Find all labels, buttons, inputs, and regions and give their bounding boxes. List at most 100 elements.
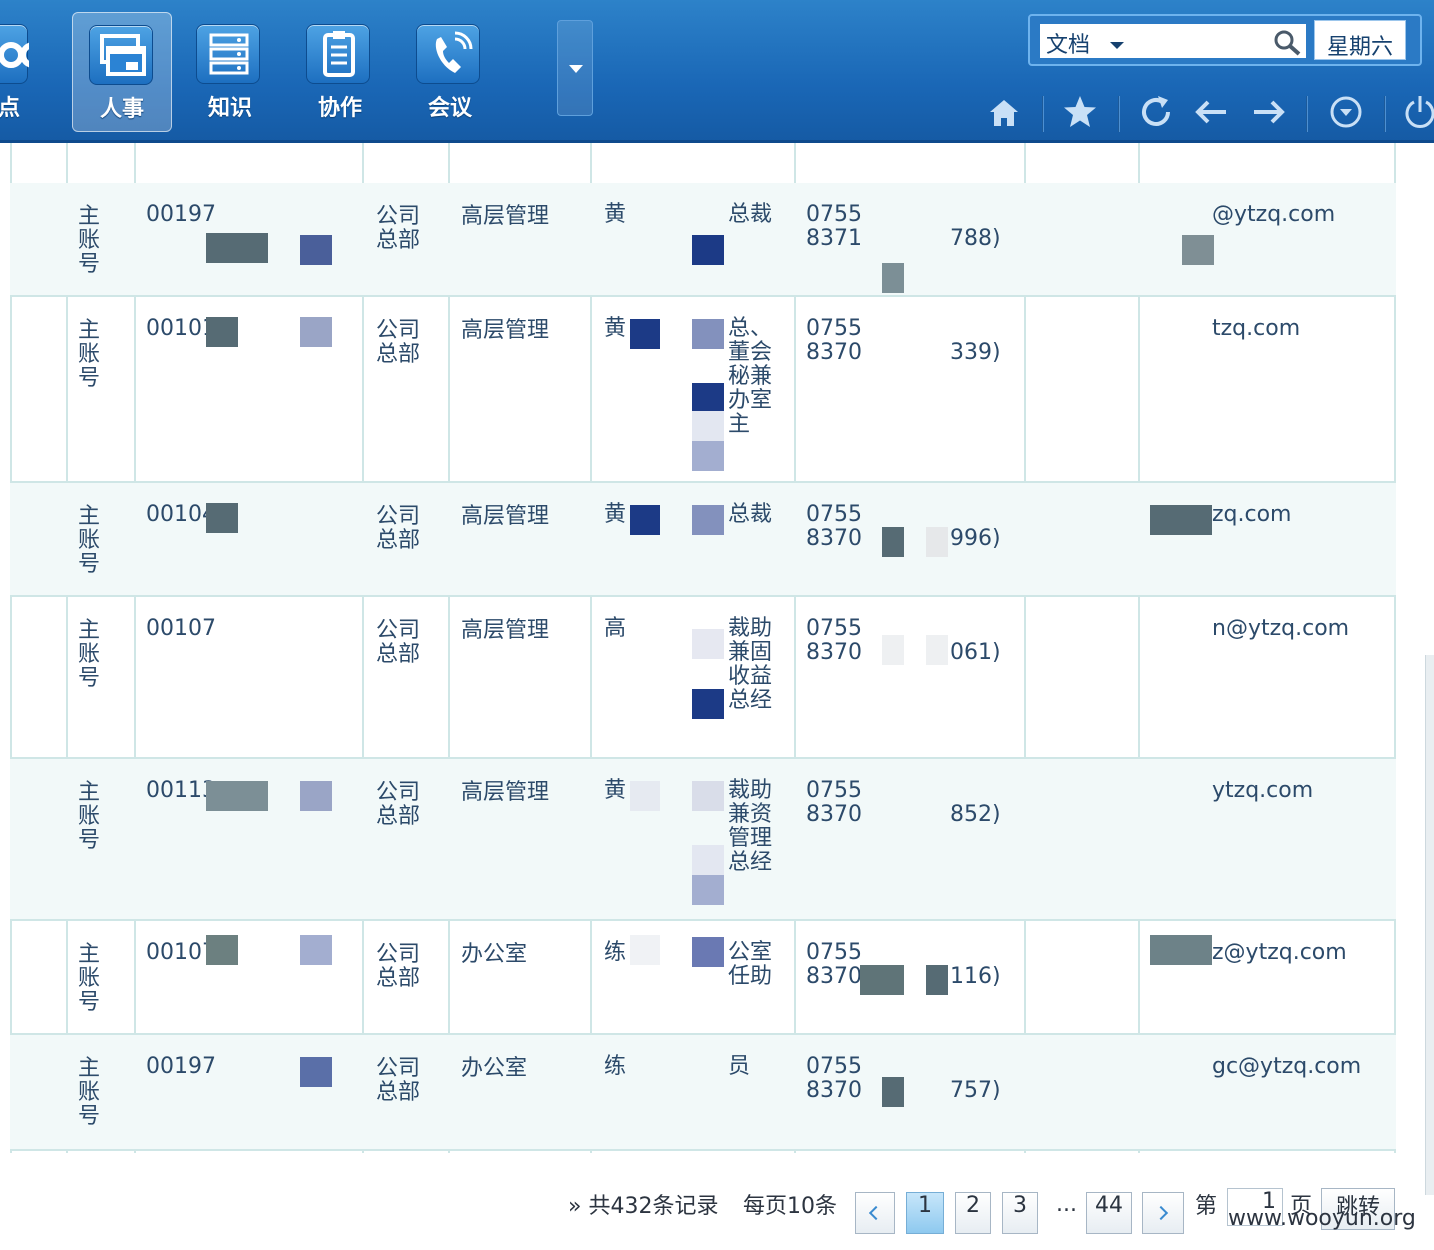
watermark-text: www.wooyun.org [1228, 1206, 1416, 1231]
name-cell: 黄 [604, 502, 627, 527]
redaction-mosaic [630, 935, 660, 965]
page-button-2[interactable]: 2 [955, 1192, 991, 1234]
redaction-mosaic [1150, 935, 1212, 965]
scrollbar[interactable] [1425, 655, 1434, 1195]
redaction-mosaic [206, 317, 238, 347]
employee-id-cell: 00197 [146, 202, 216, 227]
nav-item-label: 人事 [99, 97, 144, 122]
group-cell: 高层管理 [461, 318, 550, 343]
redaction-mosaic [860, 965, 904, 995]
redaction-mosaic [882, 263, 904, 293]
nav-item-label: 单点 [0, 96, 20, 121]
table-row[interactable]: 主账号 00101 公司总部 高层管理黄总、董会秘兼办室主 0755 8370 339) tz… [10, 297, 1396, 483]
toolbar-separator [1306, 96, 1308, 132]
redaction-mosaic [206, 233, 268, 263]
phone-line2-cell: 8371 [806, 226, 862, 251]
table-row[interactable]: 主账号 00107 公司总部 高层管理 高 裁助兼固收益总经 0755 8370 061) n@y… [10, 597, 1396, 759]
account-type-cell: 主账号 [78, 942, 101, 1015]
department-cell: 公司总部 [376, 780, 421, 829]
per-page-label: 每页10条 [743, 1194, 837, 1219]
table-row-partial [10, 143, 1396, 185]
account-type-cell: 主账号 [78, 618, 101, 691]
redaction-mosaic [692, 689, 724, 719]
name-cell: 黄 [604, 202, 627, 227]
phone-ext-cell: 788) [950, 226, 1001, 251]
redaction-mosaic [206, 503, 238, 533]
group-cell: 办公室 [461, 1056, 528, 1081]
home-icon[interactable] [984, 92, 1024, 132]
redaction-mosaic [692, 235, 724, 265]
phone-line1-cell: 0755 [806, 778, 862, 803]
redaction-mosaic [926, 965, 948, 995]
redaction-mosaic [630, 505, 660, 535]
redaction-mosaic [692, 875, 724, 905]
pagination-ellipsis: ... [1056, 1192, 1077, 1217]
page-button-44[interactable]: 44 [1086, 1192, 1132, 1234]
chevron-right-icon [1153, 1205, 1169, 1221]
nav-item-label: 会议 [427, 96, 472, 121]
search-category-value: 文档 [1046, 33, 1091, 58]
job-title-cell: 员 [728, 1054, 751, 1079]
redaction-mosaic [692, 319, 724, 349]
redaction-mosaic [630, 781, 660, 811]
nav-more-dropdown[interactable] [557, 20, 593, 116]
down-circle-icon[interactable] [1326, 92, 1366, 132]
account-type-cell: 主账号 [78, 1056, 101, 1129]
star-icon[interactable] [1060, 92, 1100, 132]
redaction-mosaic [300, 235, 332, 265]
employee-id-cell: 00197 [146, 1054, 216, 1079]
prev-page-button[interactable] [855, 1192, 895, 1234]
phone-icon [416, 24, 480, 84]
top-navigation-bar: 单点 人事 知识 协作 会议 文档 星期六 [0, 0, 1434, 143]
redaction-mosaic [300, 781, 332, 811]
nav-item-hr[interactable]: 人事 [72, 12, 172, 132]
phone-ext-cell: 061) [950, 640, 1001, 665]
search-box: 文档 星期六 [1028, 14, 1422, 66]
table-row[interactable]: 主账号 00107 公司总部 办公室练公室任助 0755 8370 116) z@ytzq.c… [10, 921, 1396, 1035]
next-page-button[interactable] [1142, 1192, 1184, 1234]
nav-item-knowledge[interactable]: 知识 [180, 12, 280, 132]
group-cell: 高层管理 [461, 204, 550, 229]
account-type-cell: 主账号 [78, 204, 101, 277]
table-row[interactable]: 主账号 00113 公司总部 高层管理黄裁助兼资管理总经 0755 8370 852) ytz… [10, 759, 1396, 921]
dropdown-caret-icon [1110, 42, 1124, 49]
redaction-mosaic [692, 781, 724, 811]
redaction-mosaic [882, 1077, 904, 1107]
chevron-down-icon [569, 65, 583, 73]
page-button-3[interactable]: 3 [1002, 1192, 1038, 1234]
nav-item-meeting[interactable]: 会议 [400, 12, 500, 132]
redaction-mosaic [692, 411, 724, 441]
group-cell: 高层管理 [461, 780, 550, 805]
redaction-mosaic [300, 317, 332, 347]
table-row[interactable]: 主账号 00197 公司总部 高层管理 黄 总裁 0755 8371 788) @ytzq.com [10, 183, 1396, 297]
account-type-cell: 主账号 [78, 504, 101, 577]
job-title-cell: 公室任助 [728, 940, 773, 989]
redaction-mosaic [882, 527, 904, 557]
department-cell: 公司总部 [376, 1056, 421, 1105]
power-icon[interactable] [1400, 92, 1434, 132]
group-cell: 高层管理 [461, 618, 550, 643]
nav-item-collaboration[interactable]: 协作 [290, 12, 390, 132]
phone-ext-cell: 996) [950, 526, 1001, 551]
link-icon [0, 24, 46, 84]
email-cell: z@ytzq.com [1212, 940, 1347, 965]
group-cell: 办公室 [461, 942, 528, 967]
back-arrow-icon[interactable] [1192, 92, 1232, 132]
nav-item-single-sign-on[interactable]: 单点 [0, 12, 48, 132]
redaction-mosaic [206, 935, 238, 965]
page-button-1[interactable]: 1 [906, 1192, 944, 1234]
forward-arrow-icon[interactable] [1248, 92, 1288, 132]
table-row[interactable]: 主账号 00197 公司总部 办公室 练 员 0755 8370 757) gc@ytzq.com [10, 1035, 1396, 1151]
redaction-mosaic [300, 935, 332, 965]
search-category-select[interactable]: 文档 [1040, 24, 1306, 58]
email-cell: gc@ytzq.com [1212, 1054, 1362, 1079]
phone-line1-cell: 0755 [806, 616, 862, 641]
phone-line2-cell: 8370 [806, 340, 862, 365]
phone-line2-cell: 8370 [806, 526, 862, 551]
toolbar-separator [1384, 96, 1386, 132]
refresh-icon[interactable] [1136, 92, 1176, 132]
search-icon[interactable] [1272, 28, 1302, 56]
table-row[interactable]: 主账号 00104 公司总部 高层管理黄总裁 0755 8370 996) zq.com [10, 483, 1396, 597]
department-cell: 公司总部 [376, 618, 421, 667]
name-cell: 高 [604, 616, 627, 641]
